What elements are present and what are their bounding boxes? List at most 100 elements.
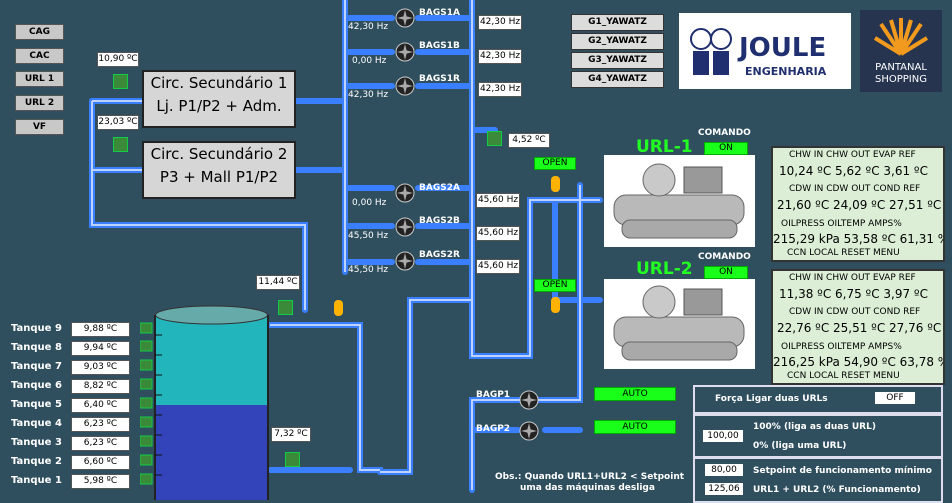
sidebar-button-url1[interactable]: URL 1 [15, 71, 64, 87]
pump-freq-bags1a: 42,30 Hz [348, 22, 389, 32]
tank-8-label: Tanque 8 [11, 342, 62, 353]
temperature-sensor-icon [113, 137, 128, 152]
joule-logo: JOULE ENGENHARIA [679, 13, 851, 89]
pump-icon[interactable] [519, 421, 539, 441]
tank-3-label: Tanque 3 [11, 437, 62, 448]
url2-command-label: COMANDO [698, 252, 751, 262]
pantanal-logo: PANTANAL SHOPPING [860, 10, 942, 92]
tank-8-value: 9,94 ºC [71, 341, 130, 356]
url2-row-header-3: OILPRESS OILTEMP AMPS% [781, 342, 902, 352]
valve-actuator-icon[interactable] [551, 297, 560, 313]
tank-4-value: 6,23 ºC [71, 417, 130, 432]
valve-1-status[interactable]: OPEN [534, 157, 576, 170]
url2-row-footer[interactable]: CCN LOCAL RESET MENU [787, 371, 943, 381]
url1-row-values-1: 10,24 ºC 5,62 ºC 3,61 ºC [779, 164, 928, 178]
bagp2-status-button[interactable]: AUTO [594, 420, 676, 434]
setpoint-input[interactable]: 80,00 [705, 464, 743, 476]
valve-actuator-icon[interactable] [334, 300, 343, 316]
chiller-2-image [604, 279, 755, 369]
temp-readout-tank-top: 11,44 ºC [256, 275, 300, 290]
g3-button[interactable]: G3_YAWATZ [571, 52, 664, 69]
url1-command-label: COMANDO [698, 128, 751, 138]
url1-row-footer[interactable]: CCN LOCAL RESET MENU [787, 248, 943, 258]
joule-logo-subtext: ENGENHARIA [745, 65, 827, 78]
pump-icon[interactable] [519, 390, 539, 410]
g4-button[interactable]: G4_YAWATZ [571, 71, 664, 88]
tank-9-value: 9,88 ºC [71, 322, 130, 337]
circuit-1-title: Circ. Secundário 1 [150, 74, 288, 92]
url1-title: URL-1 [636, 137, 693, 157]
g1-button[interactable]: G1_YAWATZ [571, 14, 664, 31]
chiller-icon [613, 285, 745, 361]
pump-setpoint-bags2a: 45,60 Hz [476, 193, 520, 208]
joule-mascot-icon [690, 28, 732, 75]
tank-6-label: Tanque 6 [11, 380, 62, 391]
pump-label-bags2r: BAGS2R [419, 250, 460, 260]
circuit-secondary-1[interactable]: Circ. Secundário 1 Lj. P1/P2 + Adm. [142, 70, 296, 128]
tank-4-label: Tanque 4 [11, 418, 62, 429]
url1-row-header-2: CDW IN CDW OUT COND REF [789, 184, 921, 194]
force-both-urls-toggle[interactable]: OFF [875, 392, 915, 404]
url1-data-panel: CHW IN CHW OUT EVAP REF 10,24 ºC 5,62 ºC… [771, 146, 945, 262]
functioning-percentage-label: URL1 + URL2 (% Funcionamento) [753, 485, 921, 495]
temperature-sensor-icon [278, 300, 293, 315]
valve-actuator-icon[interactable] [551, 176, 560, 192]
percentage-input[interactable]: 100,00 [703, 430, 743, 442]
pump-setpoint-bags1b: 42,30 Hz [478, 49, 522, 64]
pump-icon[interactable] [395, 183, 415, 203]
tank-6-value: 8,82 ºC [71, 379, 130, 394]
pump-icon[interactable] [395, 76, 415, 96]
pump-icon[interactable] [395, 42, 415, 62]
circuit-1-subtitle: Lj. P1/P2 + Adm. [156, 97, 282, 115]
pump-icon[interactable] [395, 217, 415, 237]
url2-row-values-1: 11,38 ºC 6,75 ºC 3,97 ºC [779, 287, 928, 301]
chiller-icon [613, 163, 745, 239]
sidebar-button-url2[interactable]: URL 2 [15, 95, 64, 111]
temp-readout-header: 4,52 ºC [508, 133, 550, 148]
pantanal-logo-text: PANTANAL [875, 62, 927, 73]
pump-freq-bags2b: 45,50 Hz [348, 231, 389, 241]
sidebar-button-vf[interactable]: VF [15, 119, 64, 135]
tank-2-value: 6,60 ºC [71, 455, 130, 470]
pantanal-flower-icon [873, 18, 929, 56]
circuit-2-title: Circ. Secundário 2 [150, 145, 288, 163]
temperature-sensor-icon [285, 452, 300, 467]
url2-title: URL-2 [636, 259, 693, 279]
url2-row-values-3: 216,25 kPa 54,90 ºC 63,78 % [773, 355, 945, 369]
tank-7-label: Tanque 7 [11, 361, 62, 372]
bagp1-status-button[interactable]: AUTO [594, 387, 676, 401]
obs-note-line2: uma das máquinas desliga [520, 483, 655, 493]
sidebar-button-cac[interactable]: CAC [15, 48, 64, 64]
pump-icon[interactable] [395, 251, 415, 271]
pump-label-bags1b: BAGS1B [419, 41, 460, 51]
url2-command-button[interactable]: ON [704, 266, 748, 279]
pump-label-bags1r: BAGS1R [419, 74, 460, 84]
obs-note-line1: Obs.: Quando URL1+URL2 < Setpoint [495, 472, 685, 482]
pump-freq-bags1r: 42,30 Hz [348, 90, 389, 100]
valve-2-status[interactable]: OPEN [534, 279, 576, 292]
functioning-percentage-value: 125,06 [705, 483, 743, 495]
url2-data-panel: CHW IN CHW OUT EVAP REF 11,38 ºC 6,75 ºC… [771, 269, 945, 385]
temp-readout-tank-bottom: 7,32 ºC [271, 427, 311, 442]
tank-1-value: 5,98 ºC [71, 474, 130, 489]
pump-setpoint-bags2r: 45,60 Hz [476, 259, 520, 274]
circuit-2-subtitle: P3 + Mall P1/P2 [159, 168, 279, 186]
joule-logo-text: JOULE [739, 33, 827, 63]
tank-5-value: 6,40 ºC [71, 398, 130, 413]
g2-button[interactable]: G2_YAWATZ [571, 33, 664, 50]
url1-command-button[interactable]: ON [704, 142, 748, 155]
circuit-secondary-2[interactable]: Circ. Secundário 2 P3 + Mall P1/P2 [142, 141, 296, 199]
tank-3-value: 6,23 ºC [71, 436, 130, 451]
sidebar-button-cag[interactable]: CAG [15, 24, 64, 40]
url2-row-header-2: CDW IN CDW OUT COND REF [789, 307, 921, 317]
force-both-urls-box: Força Ligar duas URLs OFF [693, 385, 943, 414]
tank-1-label: Tanque 1 [11, 475, 62, 486]
pump-freq-bags2r: 45,50 Hz [348, 265, 389, 275]
temperature-sensor-icon [487, 131, 502, 146]
pump-label-bags1a: BAGS1A [419, 8, 460, 18]
pump-icon[interactable] [395, 8, 415, 28]
pump-setpoint-bags1a: 42,30 Hz [478, 15, 522, 30]
temp-readout-circ1-supply: 10,90 ºC [97, 52, 139, 67]
temp-readout-circ1-return: 23,03 ºC [97, 115, 139, 130]
pantanal-logo-subtext: SHOPPING [875, 74, 927, 85]
